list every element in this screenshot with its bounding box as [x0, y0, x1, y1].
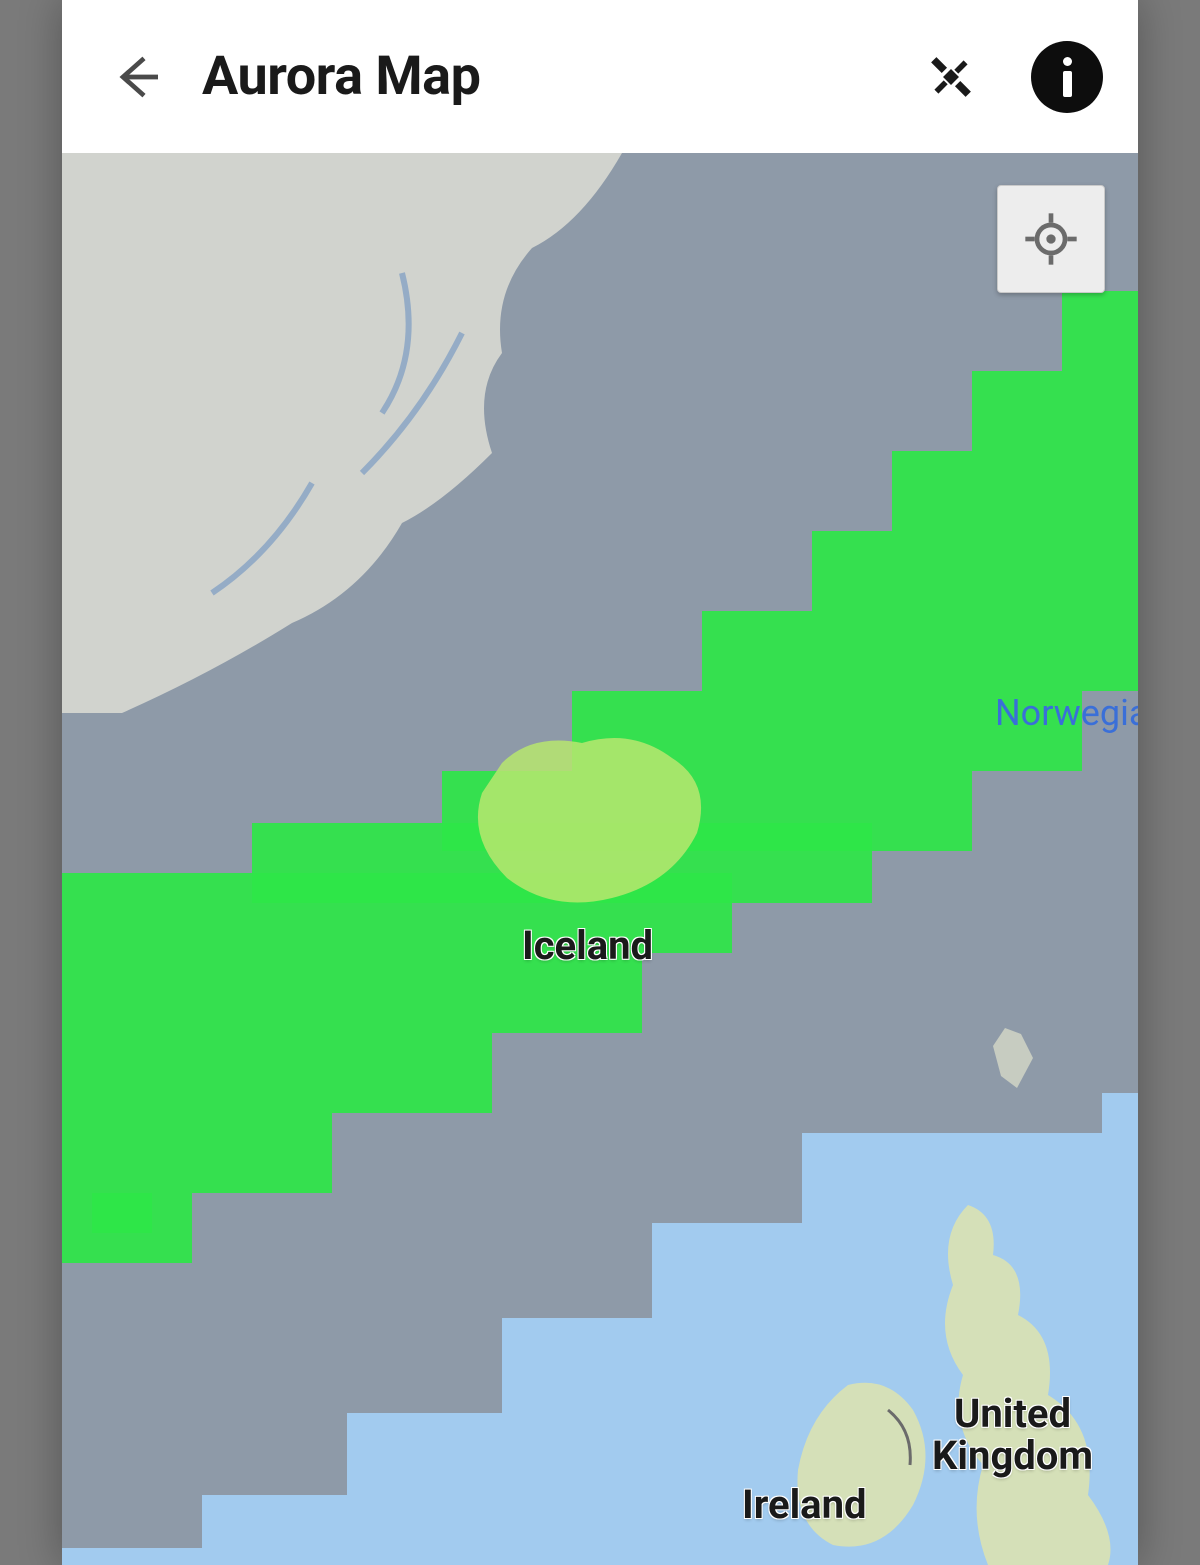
info-button[interactable] — [1031, 41, 1103, 113]
app-window: Aurora Map — [62, 0, 1138, 1565]
label-norwegian-sea: Norwegian — [995, 692, 1138, 734]
info-icon — [1063, 57, 1072, 97]
aurora-cell — [972, 371, 1138, 451]
page-title: Aurora Map — [202, 45, 480, 108]
label-uk: United Kingdom — [932, 1393, 1093, 1477]
label-ireland: Ireland — [742, 1481, 867, 1528]
arrow-left-icon — [109, 49, 165, 105]
label-uk-line1: United — [954, 1390, 1071, 1437]
daylight-sea-edge — [1102, 1093, 1138, 1153]
label-iceland: Iceland — [522, 922, 653, 969]
app-header: Aurora Map — [62, 0, 1138, 153]
aurora-cell — [92, 1193, 152, 1233]
satellite-icon — [921, 47, 981, 107]
aurora-cell — [892, 451, 1138, 531]
iceland-landmass — [462, 723, 722, 923]
greenland-landmass — [62, 153, 622, 713]
crosshair-icon — [1023, 211, 1079, 267]
viewport: Aurora Map — [0, 0, 1200, 1565]
back-button[interactable] — [92, 32, 182, 122]
aurora-cell — [62, 1033, 492, 1113]
daylight-sea-6 — [62, 1548, 262, 1565]
satellite-button[interactable] — [911, 37, 991, 117]
map-canvas[interactable]: Iceland Norwegian United Kingdom Ireland — [62, 153, 1138, 1565]
aurora-cell — [62, 1113, 332, 1193]
aurora-cell — [702, 611, 1138, 691]
locate-me-button[interactable] — [997, 185, 1105, 293]
aurora-cell — [812, 531, 1138, 611]
label-uk-line2: Kingdom — [932, 1432, 1093, 1479]
aurora-cell — [1062, 291, 1138, 371]
